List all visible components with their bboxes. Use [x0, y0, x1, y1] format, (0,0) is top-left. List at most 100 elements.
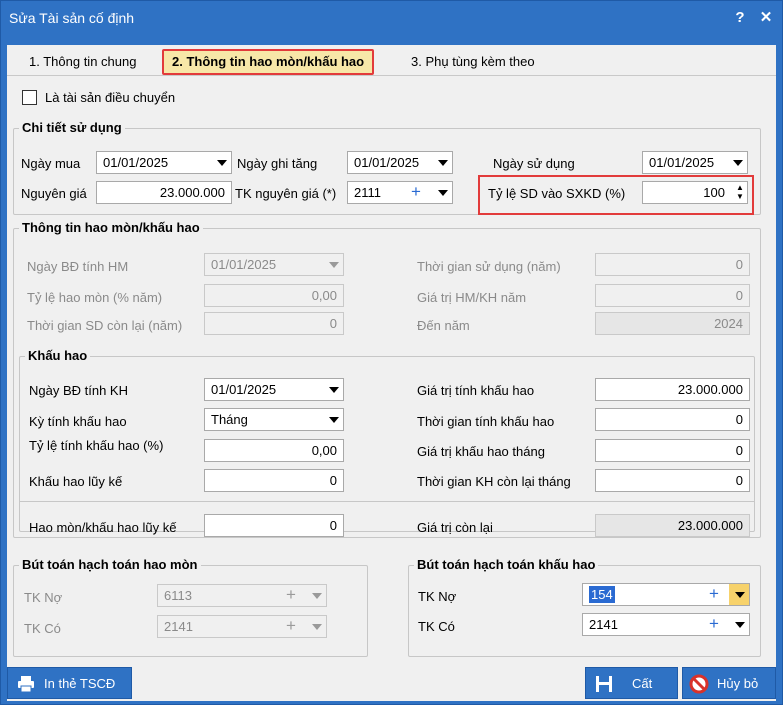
tab-accessories[interactable]: 3. Phụ tùng kèm theo: [403, 49, 543, 75]
cost-input[interactable]: 23.000.000: [96, 181, 232, 204]
use-date-value: 01/01/2025: [649, 155, 715, 170]
ratio-value: 100: [703, 185, 725, 200]
depr-time-label: Thời gian tính khấu hao: [417, 414, 555, 429]
chevron-down-icon: [329, 262, 339, 268]
depr-entry-title: Bút toán hạch toán khấu hao: [414, 557, 599, 572]
depreciation-group-title: Khấu hao: [25, 348, 91, 363]
record-date-picker[interactable]: 01/01/2025: [347, 151, 453, 174]
wear-debit-combo: 6113 +: [157, 584, 327, 607]
close-icon[interactable]: ✕: [755, 7, 777, 29]
wear-use-time-input: 0: [595, 253, 750, 276]
tab-divider: [7, 75, 776, 76]
depr-start-picker[interactable]: 01/01/2025: [204, 378, 344, 401]
chevron-down-icon[interactable]: [438, 160, 448, 166]
spinner-arrows-icon[interactable]: ▲ ▼: [735, 183, 745, 202]
depr-period-value: Tháng: [211, 412, 248, 427]
dialog-window: Sửa Tài sản cố định ? ✕ 1. Thông tin chu…: [0, 0, 783, 705]
wear-remaining-input: 0: [204, 312, 344, 335]
cancel-icon: [689, 674, 709, 694]
wear-accum-label: Hao mòn/khấu hao lũy kế: [29, 520, 177, 535]
depr-start-label: Ngày BĐ tính KH: [29, 383, 128, 398]
wear-rate-label: Tỷ lệ hao mòn (% năm): [27, 290, 163, 305]
depr-divider: [19, 501, 755, 502]
wear-entry-group: [13, 565, 368, 657]
add-icon[interactable]: +: [411, 182, 421, 202]
add-icon: +: [286, 616, 296, 635]
add-icon[interactable]: +: [709, 614, 719, 634]
depr-accum-input[interactable]: 0: [204, 469, 344, 492]
wear-entry-title: Bút toán hạch toán hao mòn: [19, 557, 201, 572]
depr-debit-label: TK Nợ: [418, 589, 457, 604]
depr-debit-value[interactable]: 154: [589, 586, 615, 603]
wear-group-title: Thông tin hao mòn/khấu hao: [19, 220, 203, 235]
wear-start-picker: 01/01/2025: [204, 253, 344, 276]
depr-start-value: 01/01/2025: [211, 382, 277, 397]
save-button[interactable]: Cất: [585, 667, 678, 699]
use-date-picker[interactable]: 01/01/2025: [642, 151, 748, 174]
dropdown-button[interactable]: [729, 584, 749, 605]
cost-account-combo[interactable]: 2111 +: [347, 181, 453, 204]
chevron-down-icon[interactable]: [438, 190, 448, 196]
dialog-content: 1. Thông tin chung 2. Thông tin hao mòn/…: [7, 45, 776, 701]
residual-label: Giá trị còn lại: [417, 520, 493, 535]
cancel-label: Hủy bỏ: [717, 676, 759, 691]
wear-debit-value: 6113: [164, 588, 192, 603]
wear-credit-value: 2141: [164, 619, 193, 634]
cost-account-value: 2111: [354, 185, 381, 200]
cost-label: Nguyên giá: [21, 186, 87, 201]
transfer-checkbox[interactable]: [22, 90, 37, 105]
depr-month-value-input[interactable]: 0: [595, 439, 750, 462]
chevron-down-icon[interactable]: [329, 417, 339, 423]
chevron-down-icon[interactable]: [217, 160, 227, 166]
depr-period-label: Kỳ tính khấu hao: [29, 414, 127, 429]
print-card-button[interactable]: In thẻ TSCĐ: [7, 667, 132, 699]
wear-rate-input: 0,00: [204, 284, 344, 307]
depr-accum-label: Khấu hao lũy kế: [29, 474, 123, 489]
chevron-down-icon[interactable]: [733, 160, 743, 166]
ratio-spinner[interactable]: 100 ▲ ▼: [642, 181, 748, 204]
depr-remain-months-label: Thời gian KH còn lại tháng: [417, 474, 571, 489]
cancel-button[interactable]: Hủy bỏ: [682, 667, 776, 699]
depr-time-input[interactable]: 0: [595, 408, 750, 431]
wear-use-time-label: Thời gian sử dụng (năm): [417, 259, 561, 274]
record-date-label: Ngày ghi tăng: [237, 156, 318, 171]
depr-credit-combo[interactable]: 2141 +: [582, 613, 750, 636]
use-date-label: Ngày sử dụng: [493, 156, 575, 171]
tab-depreciation[interactable]: 2. Thông tin hao mòn/khấu hao: [162, 49, 375, 75]
record-date-value: 01/01/2025: [354, 155, 420, 170]
wear-start-value: 01/01/2025: [211, 257, 277, 272]
help-icon[interactable]: ?: [729, 7, 751, 29]
tab-general[interactable]: 1. Thông tin chung: [21, 49, 144, 75]
depr-value-label: Giá trị tính khấu hao: [417, 383, 535, 398]
chevron-down-icon[interactable]: [329, 387, 339, 393]
wear-year-value-input: 0: [595, 284, 750, 307]
depr-debit-combo[interactable]: 154 +: [582, 583, 750, 606]
usage-group-title: Chi tiết sử dụng: [19, 120, 125, 135]
chevron-down-icon[interactable]: [735, 622, 745, 628]
printer-icon: [18, 676, 34, 693]
depr-rate-input[interactable]: 0,00: [204, 439, 344, 462]
depr-credit-value: 2141: [589, 617, 618, 632]
floppy-disk-icon: [596, 676, 612, 692]
depr-value-input[interactable]: 23.000.000: [595, 378, 750, 401]
residual-input: 23.000.000: [595, 514, 750, 537]
save-label: Cất: [632, 676, 653, 691]
add-icon[interactable]: +: [709, 584, 719, 604]
purchase-date-picker[interactable]: 01/01/2025: [96, 151, 232, 174]
wear-credit-combo: 2141 +: [157, 615, 327, 638]
depr-entry-group: [408, 565, 761, 657]
wear-remaining-label: Thời gian SD còn lại (năm): [27, 318, 183, 333]
depr-remain-months-input[interactable]: 0: [595, 469, 750, 492]
transfer-checkbox-label: Là tài sản điều chuyển: [45, 90, 176, 105]
window-title: Sửa Tài sản cố định: [9, 10, 135, 26]
chevron-down-icon[interactable]: [735, 592, 745, 598]
wear-year-value-label: Giá trị HM/KH năm: [417, 290, 527, 305]
add-icon: +: [286, 585, 296, 604]
depr-month-value-label: Giá trị khấu hao tháng: [417, 444, 545, 459]
purchase-date-value: 01/01/2025: [103, 155, 169, 170]
wear-accum-input[interactable]: 0: [204, 514, 344, 537]
depr-period-select[interactable]: Tháng: [204, 408, 344, 431]
title-bar: Sửa Tài sản cố định ? ✕: [1, 1, 782, 35]
wear-to-year-label: Đến năm: [417, 318, 470, 333]
ratio-label: Tỷ lệ SD vào SXKD (%): [488, 186, 626, 201]
